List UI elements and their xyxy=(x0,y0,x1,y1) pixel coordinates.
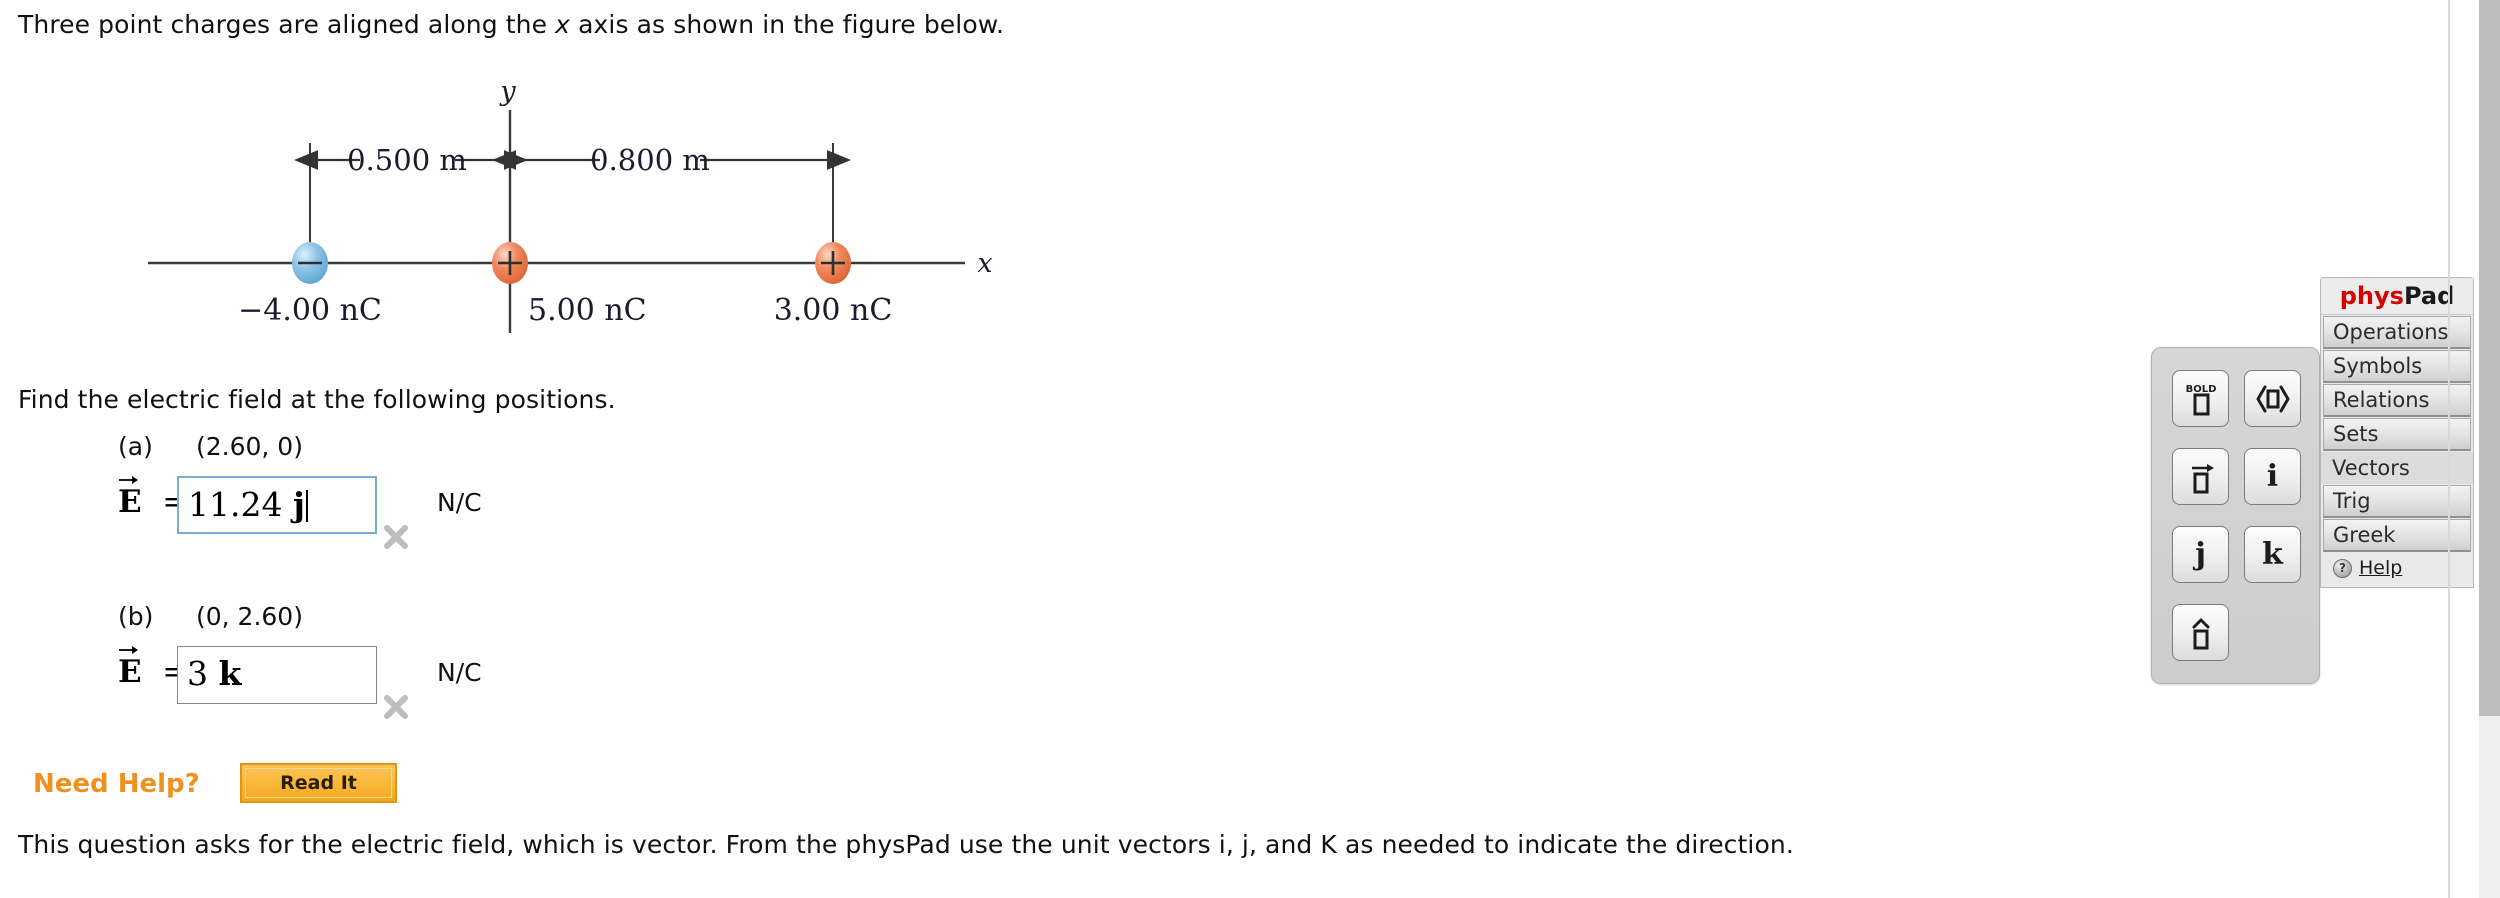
unit-vector-j-glyph: j xyxy=(2195,536,2206,572)
svg-text:BOLD: BOLD xyxy=(2185,384,2216,395)
part-b-answer-value: 3 k xyxy=(187,654,241,693)
dimension-label-left: 0.500 m xyxy=(347,143,467,177)
physpad-item-label: Trig xyxy=(2333,489,2371,513)
page-scrollbar-thumb[interactable] xyxy=(2479,0,2500,716)
prompt-text-1: Three point charges are aligned along th… xyxy=(18,10,556,39)
bold-box-icon: BOLD xyxy=(2185,384,2216,415)
vector-arrow-icon xyxy=(119,476,138,484)
hint-note: This question asks for the electric fiel… xyxy=(18,830,1794,859)
help-icon: ? xyxy=(2333,558,2352,578)
bold-placeholder-key[interactable]: BOLD xyxy=(2172,370,2229,427)
hat-placeholder-key[interactable] xyxy=(2172,604,2229,661)
physpad-help-link[interactable]: ? Help xyxy=(2321,553,2473,583)
content-divider xyxy=(2448,0,2450,898)
read-it-button-label: Read It xyxy=(245,768,392,798)
charge-positive-right xyxy=(815,242,851,284)
charge-positive-center xyxy=(492,242,528,284)
part-b-letter: (b) xyxy=(118,602,154,631)
part-a-answer-input[interactable]: 11.24 j xyxy=(177,476,377,534)
unit-vector-k-key[interactable]: k xyxy=(2244,526,2301,583)
part-b-units: N/C xyxy=(437,658,482,687)
part-a-units: N/C xyxy=(437,488,482,517)
charge-diagram: 0.500 m 0.800 m y x −4.00 nC 5.00 nC 3.0… xyxy=(0,48,1060,378)
part-a-answer-value: 11.24 j xyxy=(188,485,308,524)
physpad-title-rest: Pad xyxy=(2403,282,2455,310)
physpad-item-vectors[interactable]: Vectors xyxy=(2321,452,2473,484)
part-b-answer-unitvector: k xyxy=(218,654,242,693)
angle-bracket-key[interactable] xyxy=(2244,370,2301,427)
unit-vector-i-glyph: i xyxy=(2266,458,2279,494)
part-a-answer-unitvector: j xyxy=(292,485,305,524)
find-instruction: Find the electric field at the following… xyxy=(18,385,616,414)
physpad-item-label: Operations xyxy=(2333,320,2449,344)
text-caret xyxy=(305,490,308,522)
question-prompt: Three point charges are aligned along th… xyxy=(18,10,1004,39)
vector-arrow-icon xyxy=(119,646,138,654)
physpad-vectors-keypad: BOLD i j k xyxy=(2151,347,2320,684)
unit-vector-i-key[interactable]: i xyxy=(2244,448,2301,505)
incorrect-x-icon xyxy=(384,525,408,549)
part-b-coordinate: (0, 2.60) xyxy=(196,602,303,631)
y-axis-label: y xyxy=(499,76,516,107)
prompt-axis-italic: x xyxy=(555,10,571,39)
physpad-item-label: Symbols xyxy=(2333,354,2423,378)
physpad-title: physPad xyxy=(2321,278,2473,315)
physpad-item-label: Vectors xyxy=(2332,456,2410,480)
part-a-symbol-letter: E xyxy=(118,484,142,520)
need-help-label: Need Help? xyxy=(33,769,200,799)
unit-vector-j-key[interactable]: j xyxy=(2172,526,2229,583)
read-it-button[interactable]: Read It xyxy=(240,763,397,803)
physpad-help-label: Help xyxy=(2359,557,2403,579)
part-b-answer-number: 3 xyxy=(187,654,219,693)
charge-label-right: 3.00 nC xyxy=(774,293,893,328)
unit-vector-k-glyph: k xyxy=(2262,536,2283,572)
angle-bracket-icon xyxy=(2256,385,2289,412)
physpad-item-label: Relations xyxy=(2333,388,2430,412)
physpad-item-label: Sets xyxy=(2333,422,2379,446)
part-a-letter: (a) xyxy=(118,432,153,461)
part-a-answer-number: 11.24 xyxy=(188,485,293,524)
charge-negative xyxy=(292,242,328,284)
charge-label-negative: −4.00 nC xyxy=(238,293,382,328)
hat-box-icon xyxy=(2192,618,2209,649)
incorrect-x-icon xyxy=(384,695,408,719)
charge-label-center: 5.00 nC xyxy=(528,293,647,328)
x-axis-label: x xyxy=(977,248,992,279)
prompt-text-2: axis as shown in the figure below. xyxy=(570,10,1005,39)
part-a-coordinate: (2.60, 0) xyxy=(196,432,303,461)
vector-arrow-box-icon xyxy=(2191,463,2214,493)
dimension-label-right: 0.800 m xyxy=(590,143,710,177)
part-b-symbol-letter: E xyxy=(118,654,142,690)
physpad-title-red: phys xyxy=(2339,282,2404,310)
physpad-item-label: Greek xyxy=(2333,523,2396,547)
part-b-answer-input[interactable]: 3 k xyxy=(177,646,377,704)
vector-arrow-key[interactable] xyxy=(2172,448,2229,505)
